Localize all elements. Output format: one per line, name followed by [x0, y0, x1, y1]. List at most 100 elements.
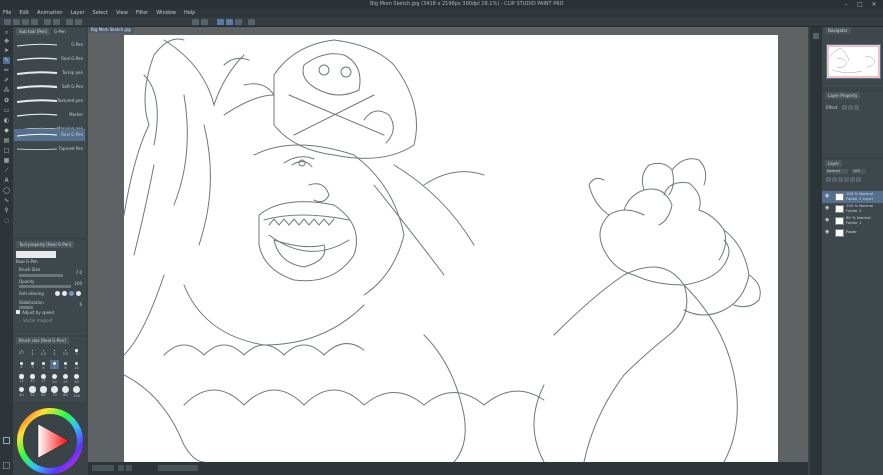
layer-tab[interactable]: Layer: [825, 160, 843, 167]
brush-item[interactable]: Turnip pen: [14, 67, 85, 79]
brush-size-option[interactable]: 20: [50, 373, 59, 384]
menu-file[interactable]: File: [3, 10, 11, 16]
zoom-in-icon[interactable]: [118, 465, 124, 471]
invert-selection-icon[interactable]: [201, 19, 208, 25]
opacity-value[interactable]: 100: [74, 281, 82, 286]
adjust-speed-checkbox[interactable]: [16, 310, 20, 314]
brush-size-slider[interactable]: [19, 274, 63, 277]
brush-size-option[interactable]: 12: [17, 373, 26, 383]
color-swatch-icon[interactable]: [248, 19, 255, 25]
operation-icon[interactable]: ➤: [3, 47, 10, 54]
anti-alias-medium[interactable]: [69, 291, 74, 296]
figure-icon[interactable]: □: [3, 147, 10, 154]
snap-special-ruler-icon[interactable]: [226, 19, 233, 25]
zoom-field[interactable]: [92, 465, 114, 471]
maximize-icon[interactable]: □: [854, 0, 866, 9]
navigator-thumbnail[interactable]: [826, 44, 881, 79]
effect-tone-icon[interactable]: [848, 105, 853, 110]
lock-icon[interactable]: [826, 177, 831, 182]
move-icon[interactable]: ✥: [3, 38, 10, 45]
text-icon[interactable]: A: [3, 177, 10, 184]
brush-size-option[interactable]: 5: [28, 360, 37, 369]
brush-size-option[interactable]: 2: [50, 347, 59, 356]
brush-size-option[interactable]: 6: [39, 360, 48, 370]
blend-mode-select[interactable]: Normal: [826, 169, 848, 174]
menu-view[interactable]: View: [116, 10, 128, 16]
drawing-canvas[interactable]: [124, 35, 778, 462]
eye-icon[interactable]: ◉: [825, 218, 830, 223]
document-tab[interactable]: Big Mom Sketch.jpg: [88, 27, 134, 33]
draft-icon[interactable]: [844, 177, 849, 182]
brush-size-tab[interactable]: Brush size [Real G-Pen]: [16, 337, 69, 344]
minimize-icon[interactable]: –: [840, 0, 852, 9]
undo-icon[interactable]: [44, 19, 51, 25]
mask-icon[interactable]: [850, 177, 855, 182]
layer-row[interactable]: ◉ 100 % Normal Folder 2: [822, 203, 883, 215]
balloon-icon[interactable]: ◯: [3, 187, 10, 194]
navigator-tab[interactable]: Navigator: [825, 27, 851, 34]
anti-alias-weak[interactable]: [62, 291, 67, 296]
panel-toggle-icon[interactable]: [813, 33, 819, 39]
brush-size-option[interactable]: 3: [72, 347, 81, 356]
layer-row[interactable]: ◉ Paper: [822, 227, 883, 239]
blend-icon[interactable]: ◐: [3, 117, 10, 124]
brush-size-option[interactable]: 8: [61, 360, 70, 370]
brush-size-option[interactable]: 10: [72, 360, 81, 370]
frame-icon[interactable]: ▦: [3, 157, 10, 164]
main-color-swatch[interactable]: [3, 437, 10, 444]
redo-icon[interactable]: [53, 19, 60, 25]
layer-row[interactable]: ◉ 60 % Normal Folder 1: [822, 215, 883, 227]
gradient-icon[interactable]: ▤: [3, 137, 10, 144]
ruler-show-icon[interactable]: [856, 177, 861, 182]
menu-window[interactable]: Window: [156, 10, 176, 16]
color-wheel[interactable]: [13, 404, 86, 475]
brush-size-option[interactable]: 7: [50, 360, 59, 370]
lasso-icon[interactable]: ◌: [3, 217, 10, 224]
effect-border-icon[interactable]: [842, 105, 847, 110]
brush-size-option[interactable]: 25: [61, 373, 70, 384]
new-icon[interactable]: [13, 19, 20, 25]
layer-row[interactable]: ◉ 100 % Normal Folder 3 Layer: [822, 191, 883, 203]
opacity-slider[interactable]: [19, 285, 71, 288]
layer-property-tab[interactable]: Layer Property: [825, 92, 861, 99]
eye-icon[interactable]: ◉: [825, 230, 830, 235]
brush-size-option[interactable]: 4: [17, 360, 26, 369]
effect-color-icon[interactable]: [854, 105, 859, 110]
brush-item[interactable]: Real G-Pen: [14, 53, 85, 65]
rotate-field[interactable]: [158, 465, 198, 471]
fill-icon[interactable]: [75, 19, 82, 25]
brush-size-option[interactable]: 30: [72, 373, 81, 384]
brush-size-option[interactable]: 70: [50, 386, 59, 397]
pencil-icon[interactable]: ✏: [3, 67, 10, 74]
menu-layer[interactable]: Layer: [71, 10, 85, 16]
snap-grid-icon[interactable]: [235, 19, 242, 25]
brush-item[interactable]: Tapered Pen: [14, 143, 85, 155]
brush-size-value[interactable]: 7.0: [76, 270, 82, 275]
anti-alias-none[interactable]: [55, 291, 60, 296]
correct-line-icon[interactable]: ∿: [3, 197, 10, 204]
brush-size-option[interactable]: 2.5: [61, 347, 70, 356]
ruler-icon[interactable]: ⟋: [3, 167, 10, 174]
stabilization-slider[interactable]: [19, 306, 33, 309]
brush-size-option[interactable]: 40: [17, 386, 26, 397]
brush-size-option[interactable]: 60: [39, 386, 48, 397]
brush-item-selected[interactable]: Real G-Pen: [14, 129, 85, 141]
eye-icon[interactable]: ◉: [825, 194, 830, 199]
brush-size-option[interactable]: 1.5: [39, 347, 48, 356]
clear-icon[interactable]: [66, 19, 73, 25]
eyedropper-icon[interactable]: ⚲: [3, 207, 10, 214]
zoom-out-icon[interactable]: [126, 465, 132, 471]
fill-bucket-icon[interactable]: ◆: [3, 127, 10, 134]
eye-icon[interactable]: ◉: [825, 206, 830, 211]
open-icon[interactable]: [22, 19, 29, 25]
clip-icon[interactable]: [832, 177, 837, 182]
decoration-icon[interactable]: ✿: [3, 97, 10, 104]
sub-color-swatch[interactable]: [3, 462, 10, 469]
brush-size-option[interactable]: 80: [61, 386, 70, 397]
eraser-icon[interactable]: ▭: [3, 107, 10, 114]
tool-property-tab[interactable]: Tool property [Real G-Pen]: [16, 241, 75, 248]
menu-select[interactable]: Select: [93, 10, 108, 16]
home-icon[interactable]: [4, 19, 11, 25]
brush-size-option[interactable]: 15: [28, 373, 37, 383]
menu-animation[interactable]: Animation: [37, 10, 63, 16]
